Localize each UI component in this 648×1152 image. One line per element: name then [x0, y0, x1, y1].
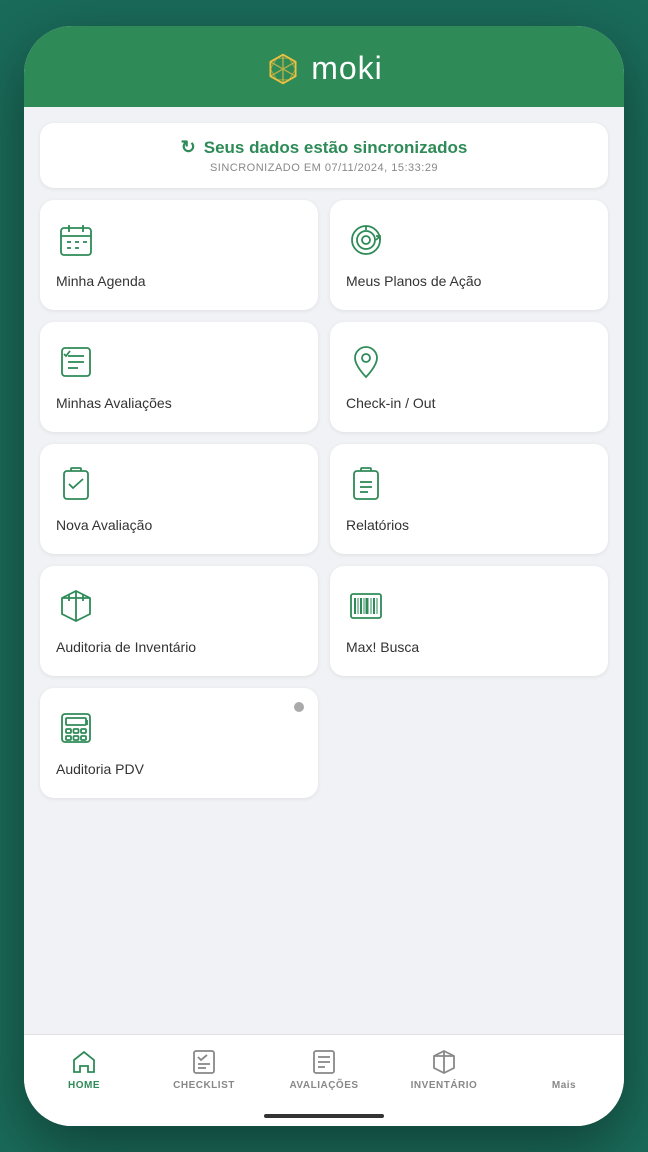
grid-row-2: Minhas Avaliações Check-in / Out: [40, 322, 608, 432]
nav-item-checklist[interactable]: CHECKLIST: [144, 1048, 264, 1091]
relatorios-label: Relatórios: [346, 516, 409, 534]
agenda-label: Minha Agenda: [56, 272, 146, 290]
nav-item-home[interactable]: HOME: [24, 1048, 144, 1091]
box-icon: [56, 586, 96, 626]
grid-item-planos[interactable]: Meus Planos de Ação: [330, 200, 608, 310]
sync-banner: ↻ Seus dados estão sincronizados SINCRON…: [40, 123, 608, 188]
grid-row-4: Auditoria de Inventário: [40, 566, 608, 676]
list-check-icon: [56, 342, 96, 382]
grid-item-inventario[interactable]: Auditoria de Inventário: [40, 566, 318, 676]
calendar-icon: [56, 220, 96, 260]
checkin-label: Check-in / Out: [346, 394, 435, 412]
location-icon: [346, 342, 386, 382]
clipboard-check-icon: [56, 464, 96, 504]
grid-item-relatorios[interactable]: Relatórios: [330, 444, 608, 554]
grid-row-1: Minha Agenda Meus Planos de Ação: [40, 200, 608, 310]
grid-item-nova-avaliacao[interactable]: Nova Avaliação: [40, 444, 318, 554]
target-icon: [346, 220, 386, 260]
empty-cell: [330, 688, 608, 798]
avaliacoes-nav-icon: [310, 1048, 338, 1076]
nav-avaliacoes-label: AVALIAÇÕES: [289, 1080, 358, 1091]
grid-item-checkin[interactable]: Check-in / Out: [330, 322, 608, 432]
barcode-icon: [346, 586, 386, 626]
grid-row-5: Auditoria PDV: [40, 688, 608, 798]
checklist-nav-icon: [190, 1048, 218, 1076]
nova-avaliacao-label: Nova Avaliação: [56, 516, 152, 534]
app-title: moki: [311, 50, 383, 87]
avaliacoes-label: Minhas Avaliações: [56, 394, 172, 412]
grid-item-avaliacoes[interactable]: Minhas Avaliações: [40, 322, 318, 432]
inventario-nav-icon: [430, 1048, 458, 1076]
nav-home-label: HOME: [68, 1080, 100, 1091]
planos-label: Meus Planos de Ação: [346, 272, 481, 290]
home-bar: [264, 1114, 384, 1118]
nav-mais-label: Mais: [552, 1080, 576, 1091]
main-content: ↻ Seus dados estão sincronizados SINCRON…: [24, 107, 624, 1034]
nav-checklist-label: CHECKLIST: [173, 1080, 235, 1091]
sync-subtitle: SINCRONIZADO EM 07/11/2024, 15:33:29: [60, 162, 588, 174]
sync-title: ↻ Seus dados estão sincronizados: [60, 137, 588, 158]
grid-row-3: Nova Avaliação Relatórios: [40, 444, 608, 554]
nav-inventario-label: INVENTÁRIO: [411, 1080, 478, 1091]
home-indicator: [24, 1114, 624, 1126]
grid-item-busca[interactable]: Max! Busca: [330, 566, 608, 676]
nav-item-mais[interactable]: Mais: [504, 1048, 624, 1091]
grid-item-pdv[interactable]: Auditoria PDV: [40, 688, 318, 798]
badge-dot: [294, 702, 304, 712]
sync-icon: ↻: [181, 137, 196, 158]
inventario-label: Auditoria de Inventário: [56, 638, 196, 656]
busca-label: Max! Busca: [346, 638, 419, 656]
header-logo: moki: [265, 50, 383, 87]
bottom-nav: HOME CHECKLIST AVALIAÇÕES INVENTÁRIO: [24, 1034, 624, 1114]
nav-item-avaliacoes[interactable]: AVALIAÇÕES: [264, 1048, 384, 1091]
app-header: moki: [24, 26, 624, 107]
nav-item-inventario[interactable]: INVENTÁRIO: [384, 1048, 504, 1091]
clipboard-list-icon: [346, 464, 386, 504]
phone-frame: moki ↻ Seus dados estão sincronizados SI…: [24, 26, 624, 1126]
moki-logo-icon: [265, 51, 301, 87]
pdv-label: Auditoria PDV: [56, 760, 144, 778]
grid-item-agenda[interactable]: Minha Agenda: [40, 200, 318, 310]
home-nav-icon: [70, 1048, 98, 1076]
calculator-icon: [56, 708, 96, 748]
more-nav-icon: [550, 1048, 578, 1076]
